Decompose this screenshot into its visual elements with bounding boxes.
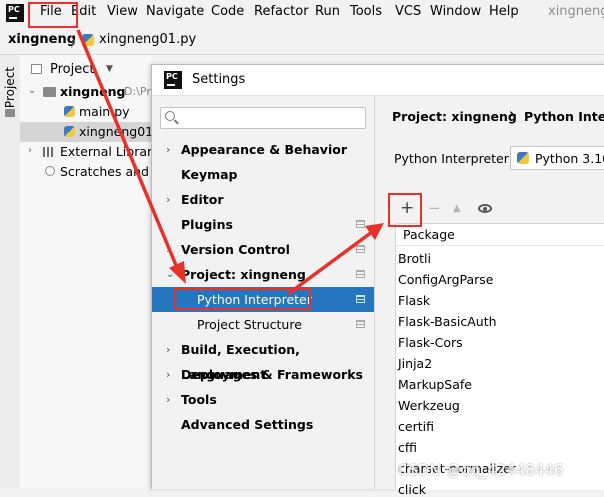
arrow-head [169,261,186,284]
watermark: CSDN @qq_42448446 [398,461,564,479]
arrow-head [365,223,384,240]
arrow-file-to-interpreter [76,29,180,271]
annotation-arrows [76,29,384,296]
arrow-interpreter-to-add [286,230,374,296]
